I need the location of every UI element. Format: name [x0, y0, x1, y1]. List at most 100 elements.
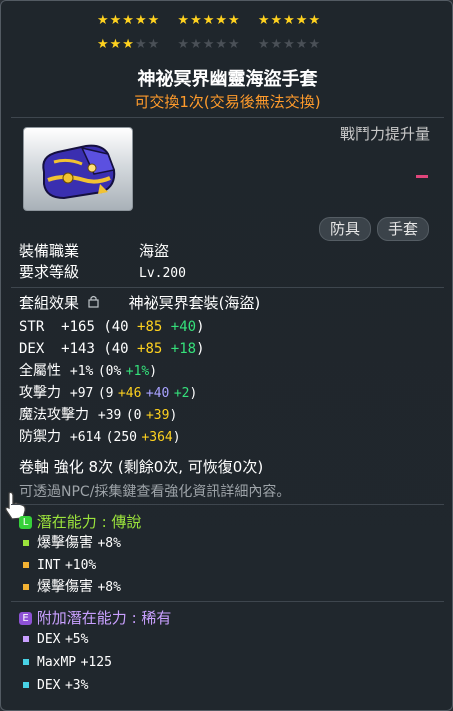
potential-header: L 潛在能力 : 傳說: [19, 511, 141, 532]
stat-bonus: +1%: [125, 364, 150, 379]
bullet-icon: [23, 584, 29, 590]
bullet-icon: [23, 636, 29, 642]
job-label: 裝備職業: [19, 242, 80, 260]
star-group-empty: ★★: [134, 37, 161, 52]
divider: [11, 287, 444, 288]
additional-line: DEX +3%: [23, 675, 88, 696]
potential-label: 潛在能力: [36, 513, 97, 531]
stat-name: STR: [19, 319, 45, 335]
potential-line: 爆擊傷害 +8%: [23, 577, 121, 598]
potential-value: +8%: [97, 580, 121, 595]
stat-total: +39: [97, 408, 122, 423]
lock-icon: [88, 293, 102, 313]
scroll-upgrade-info: 卷軸 強化 8次 (剩餘0次, 可恢復0次): [19, 458, 264, 476]
star-group-filled: ★★★: [97, 37, 135, 52]
stat-name: 魔法攻擊力: [19, 407, 89, 423]
bullet-icon: [23, 540, 29, 546]
potential-value: +8%: [97, 536, 121, 551]
stat-bonus: +364: [141, 430, 173, 445]
additional-value: +5%: [64, 632, 89, 647]
bullet-icon: [23, 659, 29, 665]
bullet-icon: [23, 682, 29, 688]
stat-close: ): [189, 386, 198, 401]
additional-line: DEX +5%: [23, 629, 88, 650]
stat-bonus: +2: [173, 386, 190, 401]
potential-stat: 爆擊傷害: [37, 535, 93, 551]
divider: [11, 117, 444, 118]
stat-base: (250: [105, 430, 137, 445]
level-label: 要求等級: [19, 263, 80, 281]
potential-value: +10%: [64, 558, 97, 573]
star-group: ★★★★★: [97, 13, 161, 28]
stat-row-all-stat: 全屬性 +1% (0% +1%): [19, 361, 157, 382]
set-label: 套組效果: [19, 294, 80, 312]
stat-total: +1%: [69, 364, 94, 379]
item-tooltip: ★★★★★ ★★★★★ ★★★★★ ★★★★★ ★★★★★ ★★★★★ 神祕冥界…: [0, 0, 453, 711]
job-row: 裝備職業 海盜: [19, 241, 169, 261]
stat-bonus: +40: [170, 319, 197, 335]
additional-value: +3%: [64, 678, 89, 693]
stat-base: (0: [125, 408, 142, 423]
stat-row-defense: 防禦力 +614 (250 +364): [19, 427, 181, 448]
additional-label: 附加潛在能力: [36, 609, 127, 627]
additional-grade: 稀有: [141, 609, 172, 627]
stat-bonus: +85: [137, 341, 163, 357]
stat-name: 攻擊力: [19, 385, 61, 401]
star-force-row-1: ★★★★★ ★★★★★ ★★★★★: [97, 13, 333, 29]
set-value: 神祕冥界套裝(海盜): [128, 294, 261, 312]
stat-bonus: +18: [170, 341, 197, 357]
level-value: Lv.200: [139, 266, 186, 281]
stat-name: 防禦力: [19, 429, 61, 445]
additional-potential-header: E 附加潛在能力 : 稀有: [19, 607, 171, 628]
stat-total: +143: [61, 341, 95, 357]
divider: [11, 504, 444, 505]
star-group-empty: ★★★★★: [177, 37, 241, 52]
combat-power-indicator: [416, 175, 428, 178]
stat-close: ): [196, 341, 205, 357]
stat-close: ): [196, 319, 205, 335]
additional-value: +125: [80, 655, 112, 670]
potential-line: 爆擊傷害 +8%: [23, 533, 121, 554]
stat-name: DEX: [19, 341, 45, 357]
job-value: 海盜: [139, 242, 170, 260]
stat-row-dex: DEX +143 (40 +85 +18): [19, 339, 205, 359]
tag-armor: 防具: [319, 217, 372, 241]
stat-total: +614: [69, 430, 102, 445]
stat-row-str: STR +165 (40 +85 +40): [19, 317, 205, 337]
star-group: ★★★★★: [177, 13, 241, 28]
stat-base: (40: [103, 319, 129, 335]
stat-bonus: +85: [137, 319, 163, 335]
stat-base: (0%: [97, 364, 122, 379]
star-group-empty: ★★★★★: [257, 37, 322, 52]
potential-stat: INT: [37, 558, 61, 573]
potential-sep: :: [101, 513, 107, 531]
rare-badge-icon: E: [19, 612, 32, 625]
stat-row-magic-attack: 魔法攻擊力 +39 (0 +39): [19, 405, 177, 426]
pirate-glove-icon: [42, 144, 116, 200]
item-name: 神祕冥界幽靈海盜手套: [137, 69, 318, 90]
level-row: 要求等級 Lv.200: [19, 262, 186, 284]
legendary-badge-icon: L: [19, 516, 32, 529]
stat-total: +165: [61, 319, 95, 335]
stat-total: +97: [69, 386, 94, 401]
stat-close: ): [169, 408, 178, 423]
stat-base: (9: [97, 386, 114, 401]
stat-bonus: +46: [117, 386, 142, 401]
additional-sep: :: [131, 609, 137, 627]
potential-stat: 爆擊傷害: [37, 579, 93, 595]
stat-close: ): [172, 430, 181, 445]
combat-power-label: 戰鬥力提升量: [339, 125, 430, 143]
set-row: 套組效果 神祕冥界套裝(海盜): [19, 293, 260, 313]
additional-stat: MaxMP: [37, 655, 77, 670]
tag-glove: 手套: [377, 217, 430, 241]
additional-stat: DEX: [37, 678, 61, 693]
stat-bonus: +40: [145, 386, 170, 401]
trade-note: 可交換1次(交易後無法交換): [134, 93, 321, 111]
stat-base: (40: [103, 341, 129, 357]
divider: [11, 601, 444, 602]
potential-line: INT +10%: [23, 555, 96, 576]
stat-close: ): [149, 364, 158, 379]
additional-line: MaxMP +125: [23, 652, 112, 673]
star-force-row-2: ★★★★★ ★★★★★ ★★★★★: [97, 37, 333, 53]
potential-grade: 傳說: [111, 513, 142, 531]
